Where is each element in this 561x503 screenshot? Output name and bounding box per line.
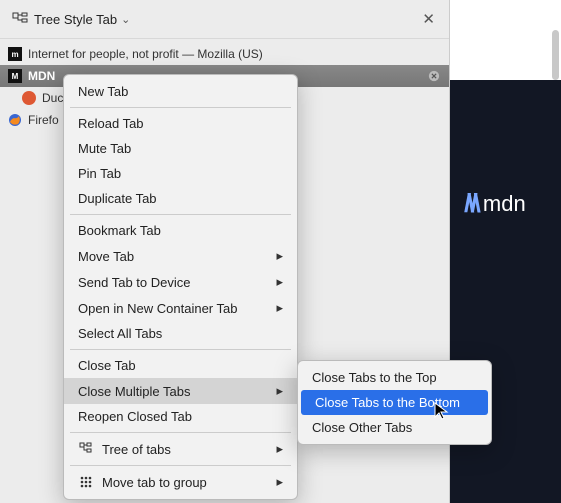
chevron-right-icon: ▸ (276, 383, 283, 399)
menu-bookmark-tab[interactable]: Bookmark Tab (64, 218, 297, 243)
menu-new-tab[interactable]: New Tab (64, 79, 297, 104)
menu-tree-of-tabs[interactable]: Tree of tabs▸ (64, 436, 297, 462)
menu-pin-tab[interactable]: Pin Tab (64, 161, 297, 186)
menu-separator (70, 432, 291, 433)
menu-send-tab[interactable]: Send Tab to Device▸ (64, 269, 297, 295)
menu-open-container[interactable]: Open in New Container Tab▸ (64, 295, 297, 321)
tree-icon (78, 441, 94, 457)
submenu-close-multiple: Close Tabs to the Top Close Tabs to the … (297, 360, 492, 445)
submenu-close-bottom[interactable]: Close Tabs to the Bottom (301, 390, 488, 415)
tree-icon (12, 11, 28, 27)
mdn-favicon: M (8, 69, 22, 83)
tab-item[interactable]: m Internet for people, not profit — Mozi… (0, 43, 449, 65)
menu-duplicate-tab[interactable]: Duplicate Tab (64, 186, 297, 211)
close-tab-icon[interactable] (427, 69, 441, 83)
menu-move-tab[interactable]: Move Tab▸ (64, 243, 297, 269)
chevron-right-icon: ▸ (276, 274, 283, 290)
submenu-close-top[interactable]: Close Tabs to the Top (298, 365, 491, 390)
tab-label: MDN (28, 69, 55, 83)
scrollbar-thumb[interactable] (552, 30, 559, 80)
firefox-favicon (8, 113, 22, 127)
mdn-logo[interactable]: /\/\ mdn (464, 188, 526, 219)
mozilla-favicon: m (8, 47, 22, 61)
chevron-down-icon[interactable]: ⌄ (121, 13, 130, 26)
menu-select-all[interactable]: Select All Tabs (64, 321, 297, 346)
chevron-right-icon: ▸ (276, 248, 283, 264)
tab-label: Firefo (28, 113, 59, 127)
menu-reopen-closed[interactable]: Reopen Closed Tab (64, 404, 297, 429)
close-icon[interactable]: ✕ (420, 8, 437, 30)
mdn-logo-text: mdn (483, 191, 526, 217)
mdn-logo-icon: /\/\ (464, 188, 477, 219)
grid-icon (78, 474, 94, 490)
menu-close-multiple[interactable]: Close Multiple Tabs▸ (64, 378, 297, 404)
menu-move-to-group[interactable]: Move tab to group▸ (64, 469, 297, 495)
chevron-right-icon: ▸ (276, 441, 283, 457)
duckduckgo-favicon (22, 91, 36, 105)
menu-reload-tab[interactable]: Reload Tab (64, 111, 297, 136)
tab-label: Internet for people, not profit — Mozill… (28, 47, 263, 61)
menu-separator (70, 214, 291, 215)
menu-mute-tab[interactable]: Mute Tab (64, 136, 297, 161)
context-menu: New Tab Reload Tab Mute Tab Pin Tab Dupl… (63, 74, 298, 500)
menu-separator (70, 465, 291, 466)
menu-separator (70, 107, 291, 108)
chevron-right-icon: ▸ (276, 474, 283, 490)
sidebar-title[interactable]: Tree Style Tab (34, 12, 117, 27)
chevron-right-icon: ▸ (276, 300, 283, 316)
menu-close-tab[interactable]: Close Tab (64, 353, 297, 378)
sidebar-header: Tree Style Tab ⌄ ✕ (0, 0, 449, 39)
submenu-close-other[interactable]: Close Other Tabs (298, 415, 491, 440)
menu-separator (70, 349, 291, 350)
